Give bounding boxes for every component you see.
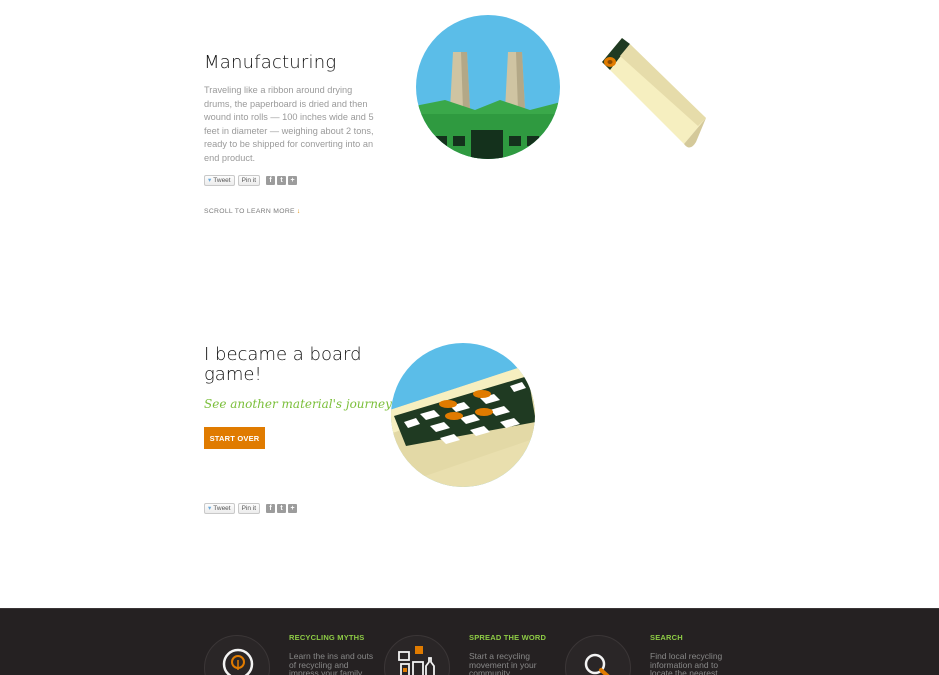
lightbulb-icon bbox=[204, 635, 270, 675]
footer-heading: RECYCLING MYTHS bbox=[289, 633, 365, 642]
footer-text: Start a recycling movement in your commu… bbox=[469, 651, 537, 675]
footer-heading: SPREAD THE WORD bbox=[469, 633, 547, 642]
factory-illustration bbox=[416, 15, 560, 159]
magnifier-icon bbox=[565, 635, 631, 675]
start-over-button[interactable]: START OVER bbox=[204, 427, 265, 449]
material-journey-link[interactable]: See another material's journey! bbox=[204, 397, 397, 411]
paper-roll-illustration bbox=[602, 38, 706, 148]
tumblr-icon[interactable]: t bbox=[277, 503, 287, 513]
recyclables-icon bbox=[384, 635, 450, 675]
scroll-hint-link[interactable]: SCROLL TO LEARN MORE ↓ bbox=[204, 208, 301, 215]
section-title: I became a board game! bbox=[204, 344, 362, 385]
arrow-down-icon: ↓ bbox=[296, 208, 301, 215]
social-share-bar: ▾ Tweet Pin it f t + bbox=[204, 502, 298, 514]
section-description: Traveling like a ribbon around drying dr… bbox=[204, 85, 374, 163]
tumblr-icon[interactable]: t bbox=[277, 175, 287, 185]
facebook-icon[interactable]: f bbox=[266, 175, 276, 185]
site-footer: RECYCLING MYTHS Learn the ins and outs o… bbox=[0, 608, 939, 675]
plus-icon[interactable]: + bbox=[288, 503, 298, 513]
footer-heading: SEARCH bbox=[650, 633, 683, 642]
tweet-button[interactable]: ▾ Tweet bbox=[204, 174, 235, 186]
footer-text: Find local recycling information and to … bbox=[650, 651, 723, 675]
facebook-icon[interactable]: f bbox=[266, 503, 276, 513]
twitter-icon: ▾ bbox=[208, 505, 212, 512]
twitter-icon: ▾ bbox=[208, 177, 212, 184]
footer-text: Learn the ins and outs of recycling and … bbox=[289, 651, 374, 675]
pin-it-button[interactable]: Pin it bbox=[237, 502, 261, 514]
plus-icon[interactable]: + bbox=[288, 175, 298, 185]
pin-it-button[interactable]: Pin it bbox=[237, 174, 261, 186]
tweet-button[interactable]: ▾ Tweet bbox=[204, 502, 235, 514]
section-title: Manufacturing bbox=[204, 52, 337, 73]
social-share-bar: ▾ Tweet Pin it f t + bbox=[204, 174, 298, 186]
board-game-illustration bbox=[391, 343, 535, 487]
